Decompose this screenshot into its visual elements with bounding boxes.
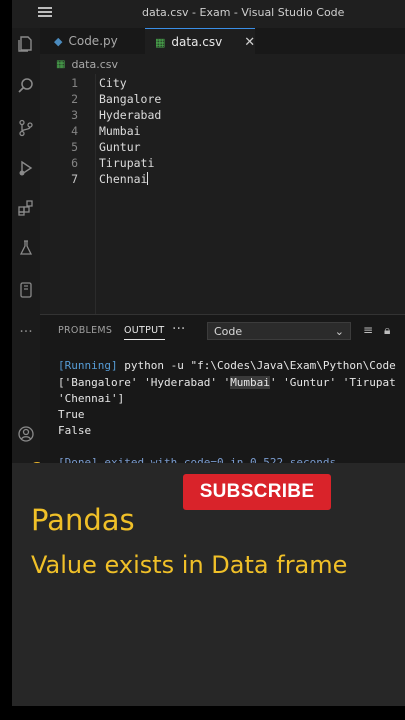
run-debug-icon[interactable] [12,154,40,182]
more-activities-icon[interactable]: ··· [12,318,40,346]
left-black-border [0,0,12,720]
subscribe-button[interactable]: SUBSCRIBE [183,474,331,510]
caption-headline: Pandas [31,503,135,537]
output-line: [Running] python -u "f:\Codes\Java\Exam\… [58,359,396,372]
panel-more-icon[interactable]: ··· [172,321,185,337]
accounts-icon[interactable] [12,420,40,448]
code-line[interactable]: Hyderabad [99,108,161,122]
tab-label: Code.py [68,34,118,48]
code-line[interactable]: Tirupati [99,156,154,170]
extensions-icon[interactable] [12,194,40,222]
output-text: ['Bangalore' 'Hyderabad' ' [58,376,231,389]
code-line[interactable]: Mumbai [99,124,141,138]
line-number: 4 [71,124,78,138]
title-bar: data.csv - Exam - Visual Studio Code [12,0,405,28]
output-highlight: Mumbai [230,376,270,389]
output-line: True [58,408,85,421]
source-control-icon[interactable] [12,114,40,142]
code-line[interactable]: Bangalore [99,92,161,106]
output-line: ['Bangalore' 'Hyderabad' 'Mumbai' 'Guntu… [58,376,396,389]
code-editor[interactable]: 1 City 2 Bangalore 3 Hyderabad 4 Mumbai … [40,74,405,314]
python-file-icon: ◆ [54,34,63,48]
output-text: ' 'Guntur' 'Tirupat [269,376,396,389]
editor-gutter-divider [95,74,96,314]
lock-scroll-icon[interactable]: 🔒︎ [384,323,390,338]
chevron-down-icon: ⌄ [334,325,344,338]
caption-subline: Value exists in Data frame [31,551,348,579]
line-number: 5 [71,140,78,154]
line-number: 3 [71,108,78,122]
code-line[interactable]: Guntur [99,140,141,154]
running-tag: [Running] [58,359,118,372]
code-line[interactable]: City [99,76,127,90]
output-panel: PROBLEMS OUTPUT ··· Code ⌄ ≡ 🔒︎ [Running… [40,315,405,469]
explorer-icon[interactable] [12,30,40,58]
tab-data-csv[interactable]: ▦ data.csv ✕ [145,28,255,55]
line-number: 7 [71,172,78,186]
breadcrumb-file[interactable]: data.csv [71,58,118,71]
caption-overlay: SUBSCRIBE Pandas Value exists in Data fr… [12,463,405,706]
bottom-black-border [0,706,405,720]
window-title: data.csv - Exam - Visual Studio Code [142,6,345,19]
tab-code-py[interactable]: ◆ Code.py [40,28,156,54]
code-text: Chennai [99,172,148,186]
search-icon[interactable] [12,72,40,100]
close-icon[interactable]: ✕ [244,35,255,50]
line-number: 1 [71,76,78,90]
line-number: 2 [71,92,78,106]
output-channel-value: Code [214,324,243,338]
tab-problems[interactable]: PROBLEMS [58,325,112,336]
vscode-window: data.csv - Exam - Visual Studio Code ···… [0,0,405,720]
tab-output[interactable]: OUTPUT [124,325,165,340]
code-line-active[interactable]: Chennai [99,172,149,186]
run-command: python -u "f:\Codes\Java\Exam\Python\Cod… [117,359,396,372]
tab-label: data.csv [171,35,223,49]
csv-file-icon: ▦ [56,58,66,70]
hamburger-menu-icon[interactable] [38,7,52,17]
output-channel-select[interactable]: Code ⌄ [207,322,351,340]
text-cursor [147,172,149,185]
remote-explorer-icon[interactable] [12,276,40,304]
breadcrumb: ▦ data.csv [40,54,405,74]
output-line: 'Chennai'] [58,392,125,405]
editor-tabs: ◆ Code.py ▦ data.csv ✕ [40,28,405,55]
csv-file-icon: ▦ [155,35,166,49]
line-number: 6 [71,156,78,170]
filter-list-icon[interactable]: ≡ [363,323,373,337]
testing-flask-icon[interactable] [12,234,40,262]
output-line: False [58,424,92,437]
activity-bar: ··· 1 [12,28,44,508]
